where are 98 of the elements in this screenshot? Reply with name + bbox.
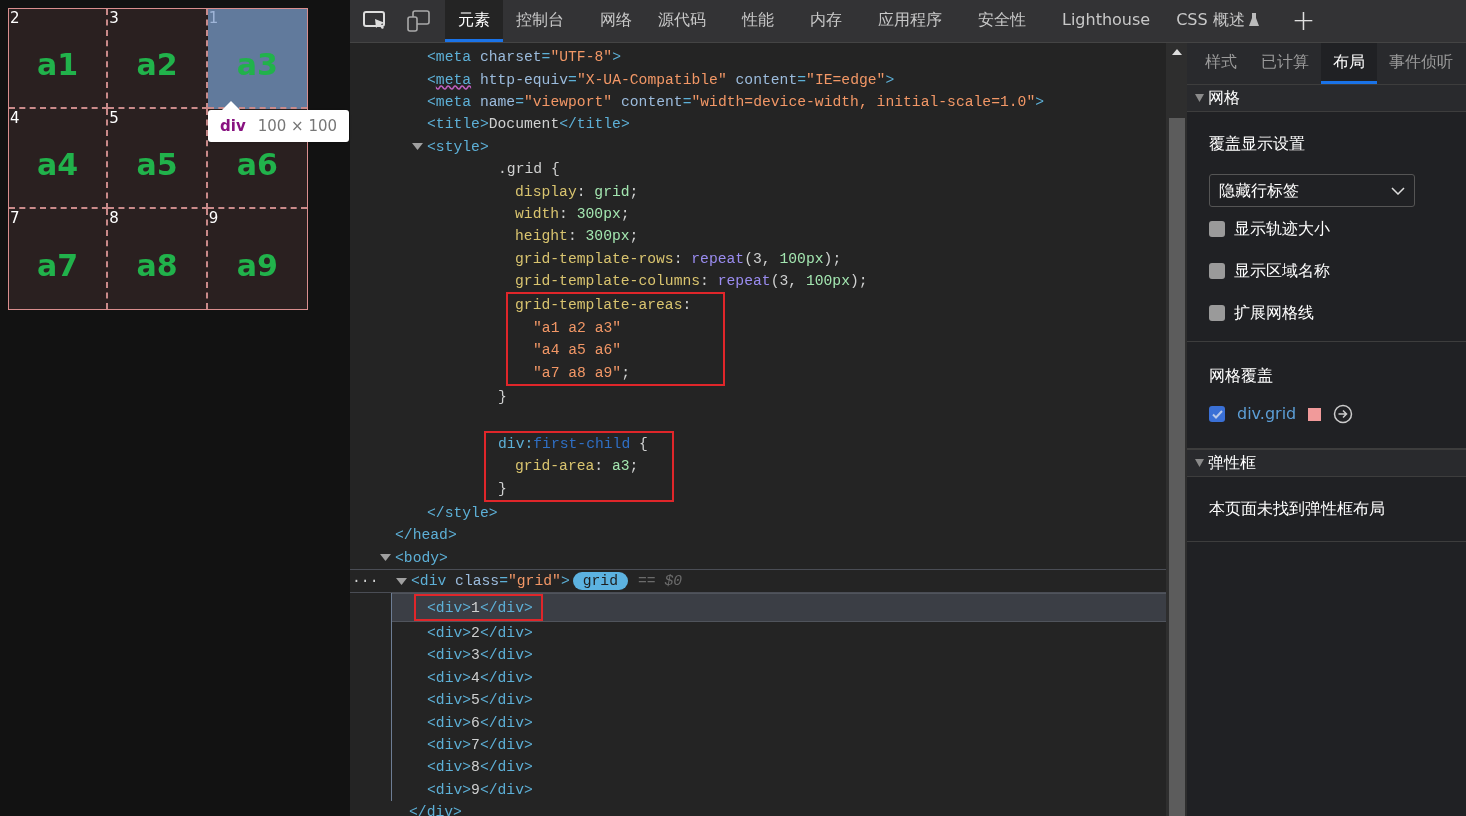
code-line[interactable]: display: grid;	[515, 180, 639, 203]
code-line[interactable]: <meta http-equiv="X-UA-Compatible" content="IE=edge">	[427, 68, 895, 91]
cell-number: 5	[109, 109, 119, 127]
cell-label: a6	[236, 148, 278, 182]
inspect-icon[interactable]	[363, 11, 387, 31]
code-line[interactable]: <meta name="viewport" content="width=device-width, initial-scale=1.0">	[427, 90, 1045, 113]
code-line[interactable]: "a4 a5 a6"	[533, 339, 622, 362]
code-line[interactable]: "a1 a2 a3"	[533, 316, 622, 339]
checkbox[interactable]	[1209, 221, 1225, 237]
cell-number: 1	[208, 9, 219, 27]
tooltip-size: 100 × 100	[257, 115, 338, 137]
section-header[interactable]: 弹性框	[1187, 449, 1466, 477]
sidebar-tab[interactable]: 已计算	[1249, 43, 1321, 84]
code-line[interactable]: </head>	[395, 524, 457, 547]
section-header[interactable]: 网格	[1187, 84, 1466, 112]
code-line[interactable]: </style>	[427, 502, 498, 525]
code-line[interactable]: <div>9</div>	[427, 778, 533, 801]
empty-message: 本页面未找到弹性框布局	[1209, 499, 1385, 518]
panel-tab[interactable]: 应用程序	[865, 0, 955, 42]
panel-tab[interactable]: Lighthouse	[1049, 0, 1164, 42]
code-line[interactable]: .grid {	[498, 158, 560, 181]
panel-tab[interactable]: 性能	[729, 0, 787, 42]
chevron-down-icon	[1391, 186, 1405, 195]
expanded-caret-icon[interactable]	[396, 576, 407, 586]
panel-tab[interactable]: CSS 概述	[1163, 0, 1272, 42]
code-line[interactable]: <style>	[427, 135, 489, 158]
code-line[interactable]: grid-template-areas:	[515, 294, 692, 317]
selected-ref: == $0	[637, 572, 683, 592]
color-swatch[interactable]	[1308, 407, 1322, 421]
option-label[interactable]: 扩展网格线	[1234, 301, 1314, 325]
settings-heading: 覆盖显示设置	[1209, 133, 1306, 155]
code-line[interactable]: </div>	[409, 801, 462, 816]
cell-label: a8	[136, 249, 178, 283]
code-line[interactable]: height: 300px;	[515, 225, 639, 248]
sidebar-tab[interactable]: 事件侦听	[1377, 43, 1465, 84]
code-line[interactable]: <title>Document</title>	[427, 113, 630, 136]
code-line[interactable]: <div>1</div>	[427, 596, 533, 619]
element-link[interactable]: div.grid	[1237, 402, 1297, 426]
grid-badge[interactable]: grid	[572, 572, 628, 591]
panel-tab[interactable]: 内存	[797, 0, 855, 42]
dropdown[interactable]: 隐藏行标签	[1209, 174, 1415, 207]
cell-number: 7	[10, 209, 20, 227]
code-line[interactable]: }	[498, 477, 507, 500]
scroll-up-icon[interactable]	[1171, 49, 1182, 55]
device-icon[interactable]	[407, 10, 431, 32]
panel-tab[interactable]: 安全性	[965, 0, 1039, 42]
cell-label: a2	[136, 48, 178, 82]
section-title: 弹性框	[1208, 452, 1256, 474]
cell-label: a4	[37, 148, 79, 182]
code-line[interactable]: <div>3</div>	[427, 644, 533, 667]
code-line[interactable]: <div>5</div>	[427, 689, 533, 712]
option-label[interactable]: 显示轨迹大小	[1234, 217, 1330, 241]
settings-heading: 网格覆盖	[1209, 365, 1274, 387]
checkbox[interactable]	[1209, 406, 1225, 422]
code-line[interactable]: <meta charset="UTF-8">	[427, 46, 621, 69]
code-line[interactable]: grid-area: a3;	[515, 455, 639, 478]
cell-number: 2	[10, 9, 20, 27]
cell-number: 9	[208, 209, 219, 227]
code-line[interactable]: "a7 a8 a9";	[533, 361, 630, 384]
cell-number: 3	[109, 9, 119, 27]
expanded-caret-icon	[1195, 459, 1204, 467]
cell-label: a3	[236, 48, 278, 82]
cell-number: 4	[10, 109, 20, 127]
cell-label: a7	[37, 249, 79, 283]
panel-tab[interactable]: 源代码	[645, 0, 719, 42]
cell-number: 8	[109, 209, 119, 227]
cell-label: a1	[37, 48, 79, 82]
add-tab-button[interactable]: +	[1283, 0, 1324, 42]
code-line[interactable]: <div class="grid">	[411, 570, 570, 593]
panel-tab[interactable]: 网络	[587, 0, 645, 42]
code-line[interactable]: <div>8</div>	[427, 756, 533, 779]
sidebar-tab[interactable]: 布局	[1321, 43, 1377, 84]
option-label[interactable]: 显示区域名称	[1234, 259, 1330, 283]
checkbox[interactable]	[1209, 305, 1225, 321]
code-line[interactable]: <div>4</div>	[427, 666, 533, 689]
code-line[interactable]: grid-template-rows: repeat(3, 100px);	[515, 247, 842, 270]
code-line[interactable]: }	[498, 386, 507, 409]
code-line[interactable]: grid-template-columns: repeat(3, 100px);	[515, 270, 868, 293]
arrow-circle-icon[interactable]	[1333, 404, 1354, 424]
expanded-caret-icon[interactable]	[380, 553, 391, 563]
tooltip-tag: div	[220, 114, 246, 138]
code-line[interactable]: <div>7</div>	[427, 733, 533, 756]
panel-tab[interactable]: 元素	[445, 0, 503, 42]
expanded-caret-icon	[1195, 94, 1204, 102]
section-title: 网格	[1208, 87, 1240, 109]
scrollbar[interactable]	[1166, 43, 1187, 816]
code-line[interactable]: div:first-child {	[498, 432, 648, 455]
checkbox[interactable]	[1209, 263, 1225, 279]
expanded-caret-icon[interactable]	[412, 142, 423, 152]
more-dots[interactable]: ···	[352, 570, 379, 593]
cell-label: a9	[236, 249, 278, 283]
code-line[interactable]: <div>2</div>	[427, 621, 533, 644]
cell-label: a5	[136, 148, 178, 182]
panel-tab[interactable]: 控制台	[503, 0, 577, 42]
code-line[interactable]: <body>	[395, 546, 448, 569]
code-line[interactable]: width: 300px;	[515, 202, 630, 225]
code-line[interactable]: <div>6</div>	[427, 711, 533, 734]
sidebar-tab[interactable]: 样式	[1193, 43, 1249, 84]
